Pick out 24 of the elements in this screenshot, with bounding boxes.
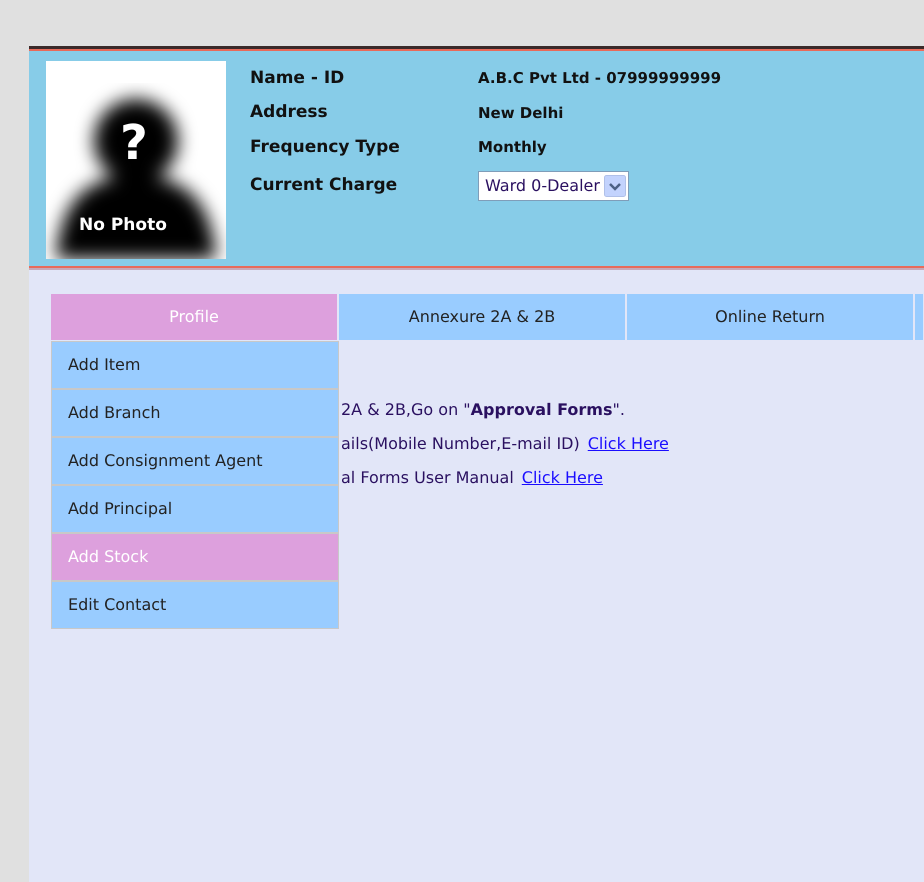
menu-item[interactable]: Add Item [52,342,338,388]
field-label: Frequency Type [250,136,401,158]
click-here-link[interactable]: Click Here [522,466,603,490]
menu-item[interactable]: Edit Contact [52,582,338,628]
field-label: Address [250,102,329,124]
click-here-link[interactable]: Click Here [588,432,669,456]
menu-item[interactable]: Add Consignment Agent [52,438,338,484]
nav-tab[interactable]: Annexure 2A & 2B [339,294,625,340]
field-value: New Delhi [478,102,564,124]
notice-text: al Forms User Manual [341,467,514,489]
nav-tab[interactable] [915,294,923,340]
field-label: Current Charge [250,174,398,196]
menu-item[interactable]: Add Branch [52,390,338,436]
field-label: Name - ID [250,68,346,89]
field-value: A.B.C Pvt Ltd - 07999999999 [478,68,722,89]
menu-item[interactable]: Add Principal [52,486,338,532]
question-mark: ? [120,119,148,167]
field-value: Monthly [478,137,548,158]
charge-select[interactable]: Ward 0-Dealer [478,170,629,200]
notice-text: 2A & 2B,Go on "Approval Forms". [341,399,625,421]
photo-caption: No Photo [79,217,167,234]
notice-text: ails(Mobile Number,E-mail ID) [341,433,580,455]
nav-tab[interactable]: Online Return [627,294,913,340]
person-silhouette-icon [46,61,226,259]
